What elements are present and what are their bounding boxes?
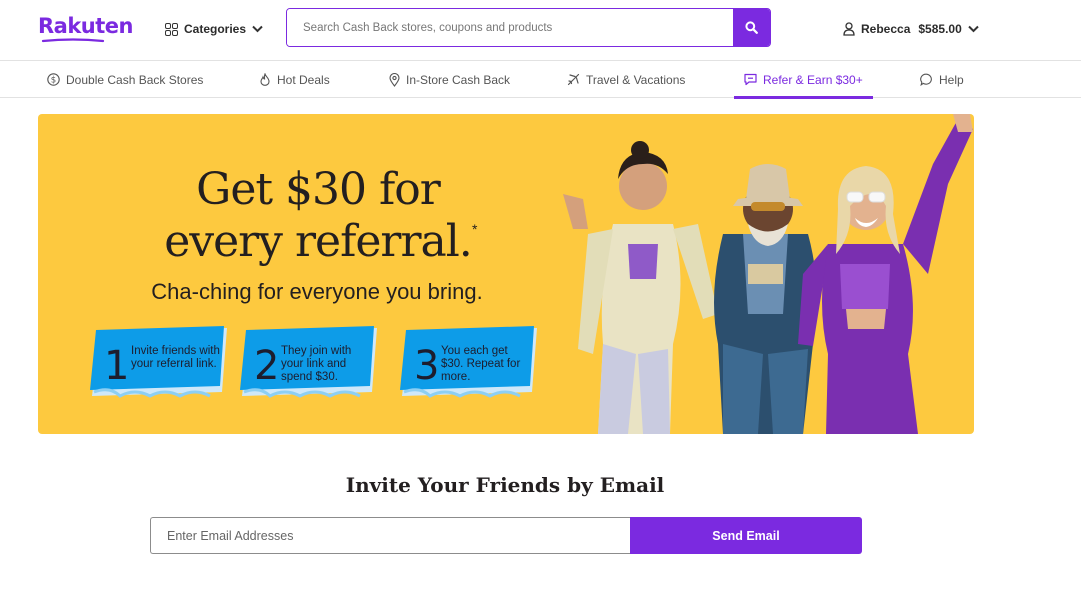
nav-in-store[interactable]: In-Store Cash Back [389, 61, 510, 98]
flame-icon [260, 73, 270, 86]
chevron-down-icon [968, 25, 979, 33]
nav-label: Double Cash Back Stores [66, 72, 204, 87]
step-text: Invite friends with your referral link. [131, 345, 220, 370]
search-button[interactable] [733, 9, 770, 46]
nav-label: Help [939, 72, 964, 87]
step-text: They join with your link and spend $30. [281, 345, 352, 383]
nav-hot-deals[interactable]: Hot Deals [259, 61, 330, 98]
rakuten-logo[interactable]: Rakuten [38, 14, 134, 38]
search-bar [286, 8, 771, 47]
speech-bubble-icon [920, 73, 932, 86]
step-card-2: 2 They join with your link and spend $30… [240, 326, 378, 404]
cash-back-balance: $585.00 [918, 22, 962, 36]
nav-label: Refer & Earn $30+ [763, 72, 863, 87]
svg-text:$: $ [51, 76, 56, 86]
nav-label: Travel & Vacations [586, 72, 686, 87]
step-text: You each get $30. Repeat for more. [441, 345, 521, 383]
grid-icon [165, 22, 178, 36]
plane-icon [567, 73, 580, 86]
dollar-circle-icon: $ [47, 73, 60, 86]
site-header: Rakuten Categories Rebecca $585.0 [0, 0, 1081, 60]
user-icon [843, 22, 855, 36]
hero-title: Get $30 for every referral. [38, 164, 598, 268]
categories-label: Categories [184, 22, 247, 36]
hero-asterisk: * [472, 221, 478, 237]
chat-star-icon [744, 73, 757, 86]
step-card-1: 1 Invite friends with your referral link… [90, 326, 228, 404]
account-menu[interactable]: Rebecca $585.00 [843, 19, 979, 39]
location-pin-icon [389, 72, 400, 87]
send-email-button[interactable]: Send Email [630, 517, 862, 554]
nav-refer-earn[interactable]: Refer & Earn $30+ [734, 61, 873, 99]
search-icon [745, 21, 758, 34]
search-input[interactable] [287, 9, 734, 46]
account-name: Rebecca [861, 22, 911, 36]
step-card-3: 3 You each get $30. Repeat for more. [400, 326, 538, 404]
nav-travel[interactable]: Travel & Vacations [567, 61, 685, 98]
step-number: 1 [104, 343, 130, 389]
hero-subtitle: Cha-ching for everyone you bring. [151, 279, 483, 304]
invite-section-title: Invite Your Friends by Email [345, 473, 665, 497]
nav-label: In-Store Cash Back [406, 72, 511, 87]
logo-swoosh [41, 38, 105, 43]
nav-help[interactable]: Help [920, 61, 964, 98]
nav-label: Hot Deals [277, 72, 330, 87]
hero-title-line-2: every referral. [164, 216, 473, 267]
chevron-down-icon [252, 25, 263, 33]
hero-people-illustration [563, 114, 973, 434]
categories-menu[interactable]: Categories [165, 19, 263, 39]
secondary-nav: $ Double Cash Back Stores Hot Deals In-S… [0, 60, 1081, 99]
hero-title-line-1: Get $30 for [196, 164, 441, 215]
email-addresses-input[interactable] [150, 517, 631, 554]
nav-double-cash-back[interactable]: $ Double Cash Back Stores [47, 61, 203, 98]
referral-hero-banner: Get $30 for every referral. * Cha-ching … [38, 114, 974, 434]
step-number: 3 [414, 343, 440, 389]
step-number: 2 [254, 343, 280, 389]
